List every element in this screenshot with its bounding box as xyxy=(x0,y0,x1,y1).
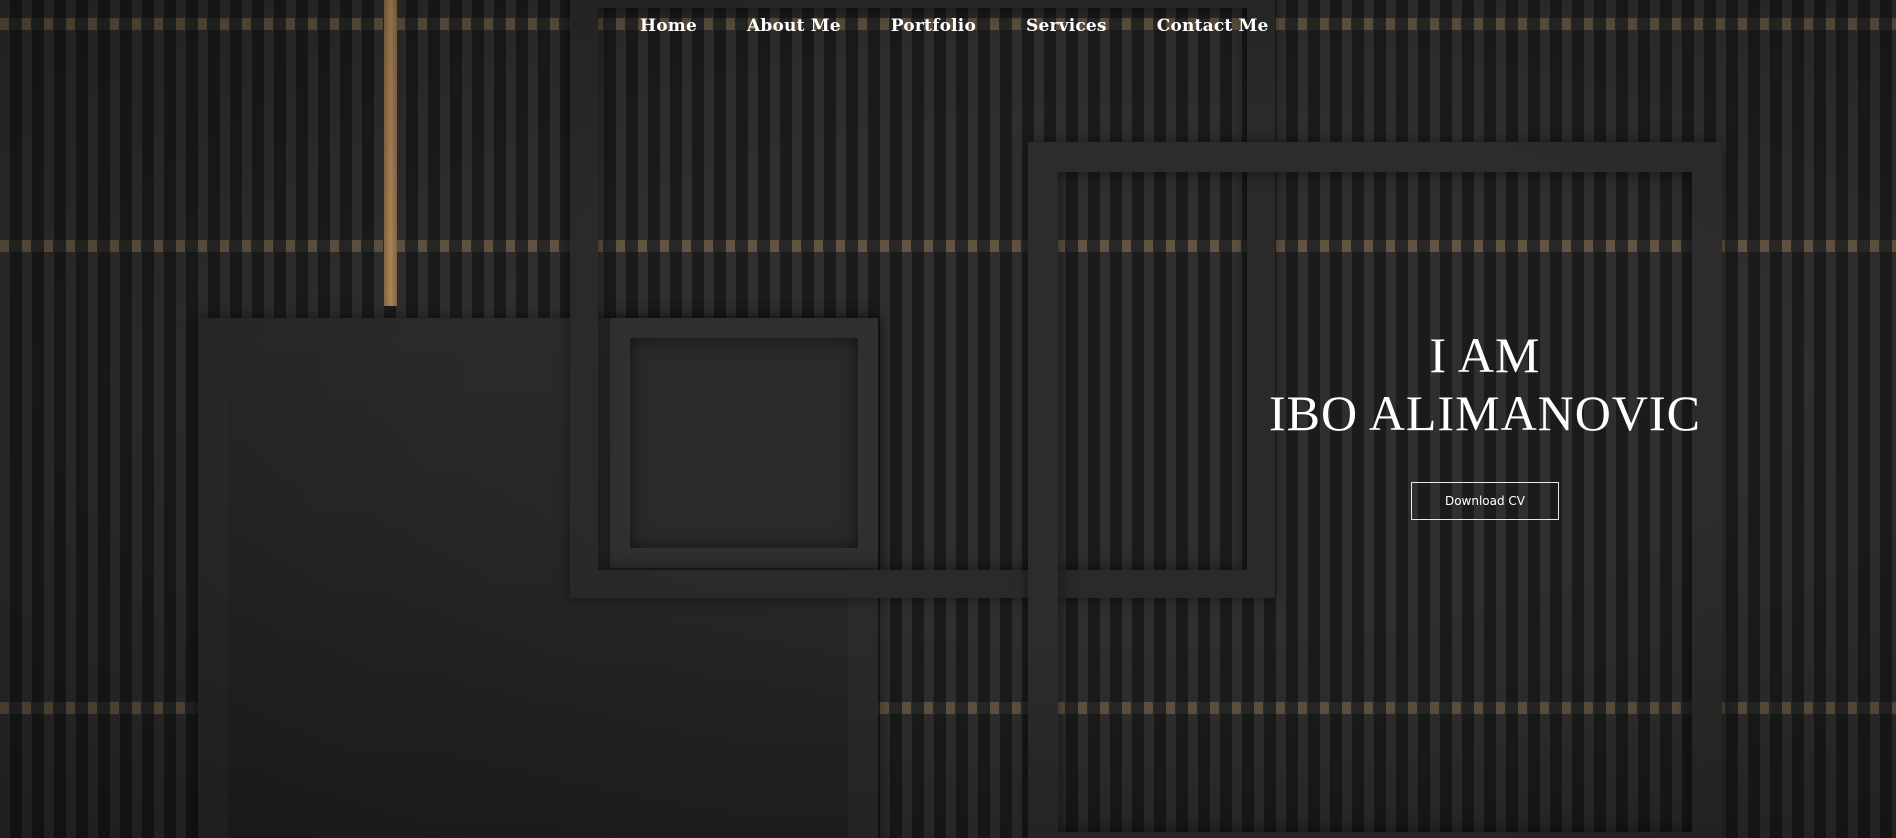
download-cv-button[interactable]: Download CV xyxy=(1411,482,1559,520)
nav-services[interactable]: Services xyxy=(1026,16,1107,36)
nav-home[interactable]: Home xyxy=(640,16,697,36)
nav-about-me[interactable]: About Me xyxy=(747,16,841,36)
hero-section: Home About Me Portfolio Services Contact… xyxy=(0,0,1896,838)
main-nav: Home About Me Portfolio Services Contact… xyxy=(640,16,1269,36)
nav-contact-me[interactable]: Contact Me xyxy=(1157,16,1269,36)
nav-portfolio[interactable]: Portfolio xyxy=(891,16,976,36)
hero-title-name: IBO ALIMANOVIC xyxy=(1268,385,1702,441)
hero-title: I AM IBO ALIMANOVIC xyxy=(1240,326,1730,442)
hero-title-line1: I AM xyxy=(1429,327,1541,383)
hero-heading-block: I AM IBO ALIMANOVIC Download CV xyxy=(1240,326,1730,520)
